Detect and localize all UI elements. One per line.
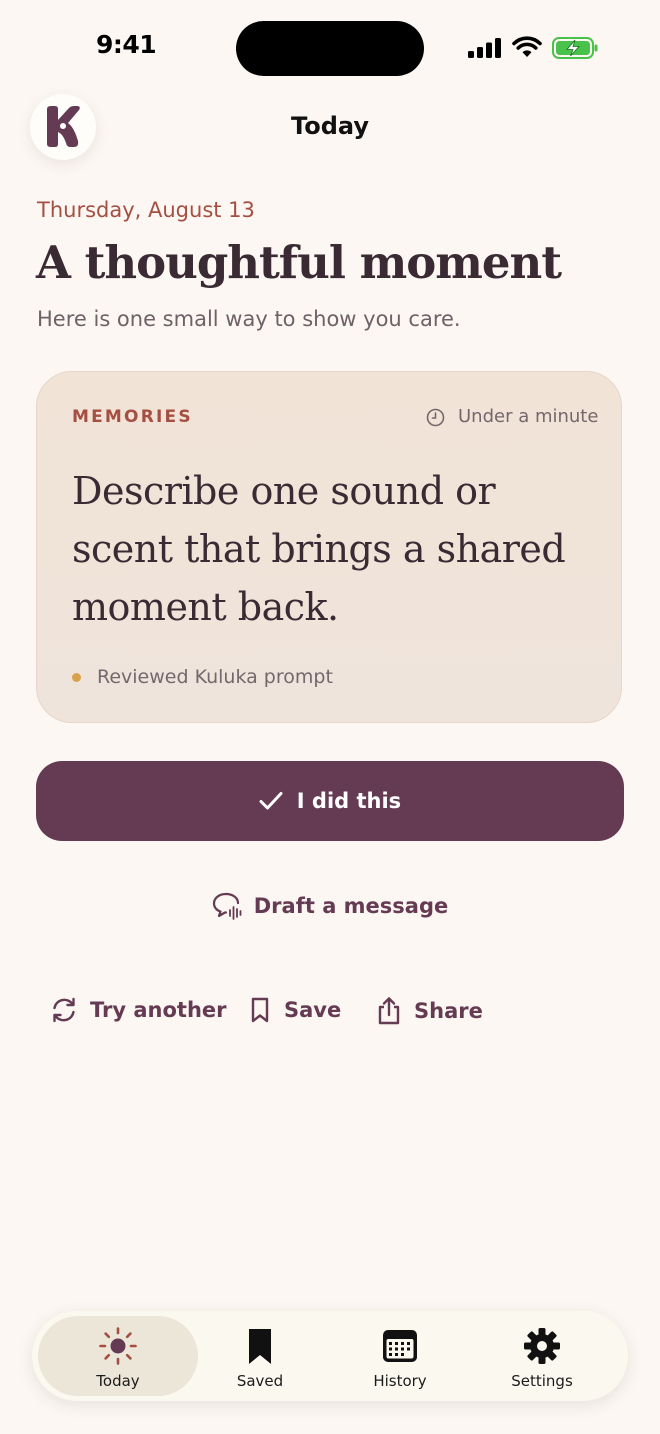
draft-message-button[interactable]: Draft a message (0, 892, 660, 920)
tab-settings-label: Settings (511, 1372, 573, 1390)
gear-icon (524, 1328, 560, 1364)
refresh-icon (53, 997, 75, 1023)
draft-message-label: Draft a message (253, 894, 449, 918)
save-label: Save (284, 998, 342, 1022)
page-title: Today (291, 112, 369, 140)
bookmark-filled-icon (249, 1329, 271, 1364)
share-icon (378, 997, 400, 1025)
battery-charging-icon (552, 37, 598, 59)
tab-settings[interactable]: Settings (462, 1316, 622, 1396)
sun-icon (99, 1327, 137, 1365)
cellular-signal-icon (468, 38, 501, 58)
source-label: Reviewed Kuluka prompt (97, 666, 333, 688)
bookmark-icon (251, 997, 269, 1023)
i-did-this-button[interactable]: I did this (36, 761, 624, 841)
try-another-label: Try another (90, 998, 227, 1022)
try-another-button[interactable]: Try another (50, 996, 227, 1024)
tab-history[interactable]: History (320, 1316, 480, 1396)
checkmark-icon (259, 792, 283, 810)
duration-label: Under a minute (458, 406, 599, 427)
share-label: Share (414, 999, 483, 1023)
tab-today[interactable]: Today (38, 1316, 198, 1396)
wifi-icon (512, 36, 542, 57)
tab-saved[interactable]: Saved (180, 1316, 340, 1396)
date-label: Thursday, August 13 (37, 198, 255, 222)
headline: A thoughtful moment (36, 236, 562, 289)
i-did-this-label: I did this (296, 789, 402, 813)
category-label: MEMORIES (72, 407, 193, 427)
prompt-text: Describe one sound or scent that brings … (72, 469, 566, 629)
save-button[interactable]: Save (248, 996, 341, 1024)
chat-voice-icon (212, 892, 242, 920)
share-button[interactable]: Share (376, 996, 483, 1026)
source-dot (72, 673, 81, 682)
status-time: 9:41 (96, 30, 157, 59)
tab-today-label: Today (96, 1372, 140, 1390)
calendar-icon (383, 1330, 417, 1362)
dynamic-island (236, 21, 424, 76)
tab-saved-label: Saved (236, 1372, 284, 1390)
tab-history-label: History (373, 1372, 427, 1390)
subtitle: Here is one small way to show you care. (37, 307, 461, 331)
clock-icon (426, 408, 445, 427)
